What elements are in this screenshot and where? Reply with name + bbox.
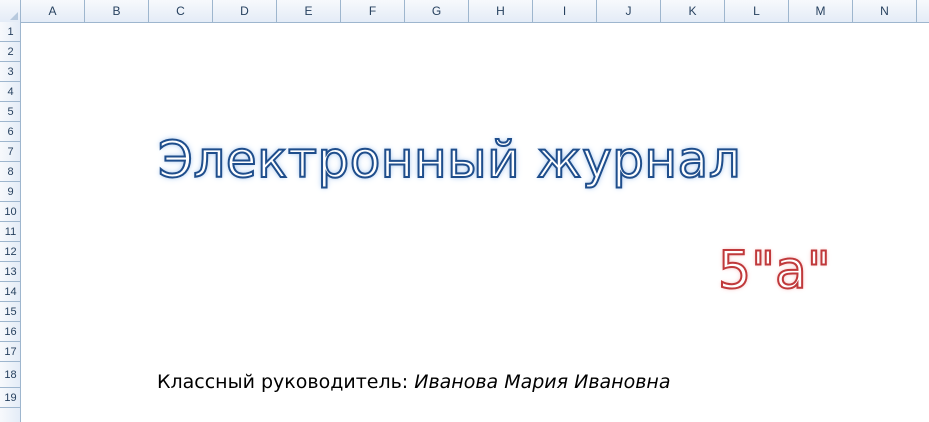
row-header-10[interactable]: 10 — [0, 202, 21, 222]
column-header-m[interactable]: M — [789, 0, 853, 22]
row-header-19[interactable]: 19 — [0, 388, 21, 408]
column-header-i[interactable]: I — [533, 0, 597, 22]
class-teacher-line: Классный руководитель: Иванова Мария Ива… — [157, 369, 671, 395]
column-header-j[interactable]: J — [597, 0, 661, 22]
row-header-18[interactable]: 18 — [0, 362, 21, 388]
row-header-2[interactable]: 2 — [0, 42, 21, 62]
row-header-4[interactable]: 4 — [0, 82, 21, 102]
row-header-12[interactable]: 12 — [0, 242, 21, 262]
column-header-n[interactable]: N — [853, 0, 917, 22]
row-header-3[interactable]: 3 — [0, 62, 21, 82]
row-header-1[interactable]: 1 — [0, 22, 21, 42]
row-header-column: 1 2 3 4 5 6 7 8 9 10 11 12 13 14 15 16 17 18 19 — [0, 22, 21, 422]
row-header-16[interactable]: 16 — [0, 322, 21, 342]
column-header-a[interactable]: A — [21, 0, 85, 22]
row-header-17[interactable]: 17 — [0, 342, 21, 362]
row-header-7[interactable]: 7 — [0, 142, 21, 162]
column-header-filler — [917, 0, 929, 22]
column-header-l[interactable]: L — [725, 0, 789, 22]
column-header-e[interactable]: E — [277, 0, 341, 22]
row-header-11[interactable]: 11 — [0, 222, 21, 242]
row-header-9[interactable]: 9 — [0, 182, 21, 202]
column-header-c[interactable]: C — [149, 0, 213, 22]
column-header-d[interactable]: D — [213, 0, 277, 22]
column-header-h[interactable]: H — [469, 0, 533, 22]
class-label: 5"а" — [717, 240, 832, 302]
column-header-row: ABCDEFGHIJKLMN — [0, 0, 929, 23]
column-header-g[interactable]: G — [405, 0, 469, 22]
column-header-k[interactable]: K — [661, 0, 725, 22]
select-all-triangle-icon — [10, 12, 18, 20]
spreadsheet: ABCDEFGHIJKLMN 1 2 3 4 5 6 7 8 9 10 11 12 13 14 15 16 17… — [0, 0, 929, 422]
class-teacher-name: Иванова Мария Ивановна — [414, 371, 671, 393]
journal-title: Электронный журнал — [157, 130, 742, 190]
row-header-14[interactable]: 14 — [0, 282, 21, 302]
row-header-5[interactable]: 5 — [0, 102, 21, 122]
select-all-corner[interactable] — [0, 0, 21, 22]
class-teacher-label: Классный руководитель: — [157, 371, 415, 393]
column-header-b[interactable]: B — [85, 0, 149, 22]
row-header-13[interactable]: 13 — [0, 262, 21, 282]
row-header-15[interactable]: 15 — [0, 302, 21, 322]
column-header-f[interactable]: F — [341, 0, 405, 22]
row-header-8[interactable]: 8 — [0, 162, 21, 182]
row-header-6[interactable]: 6 — [0, 122, 21, 142]
